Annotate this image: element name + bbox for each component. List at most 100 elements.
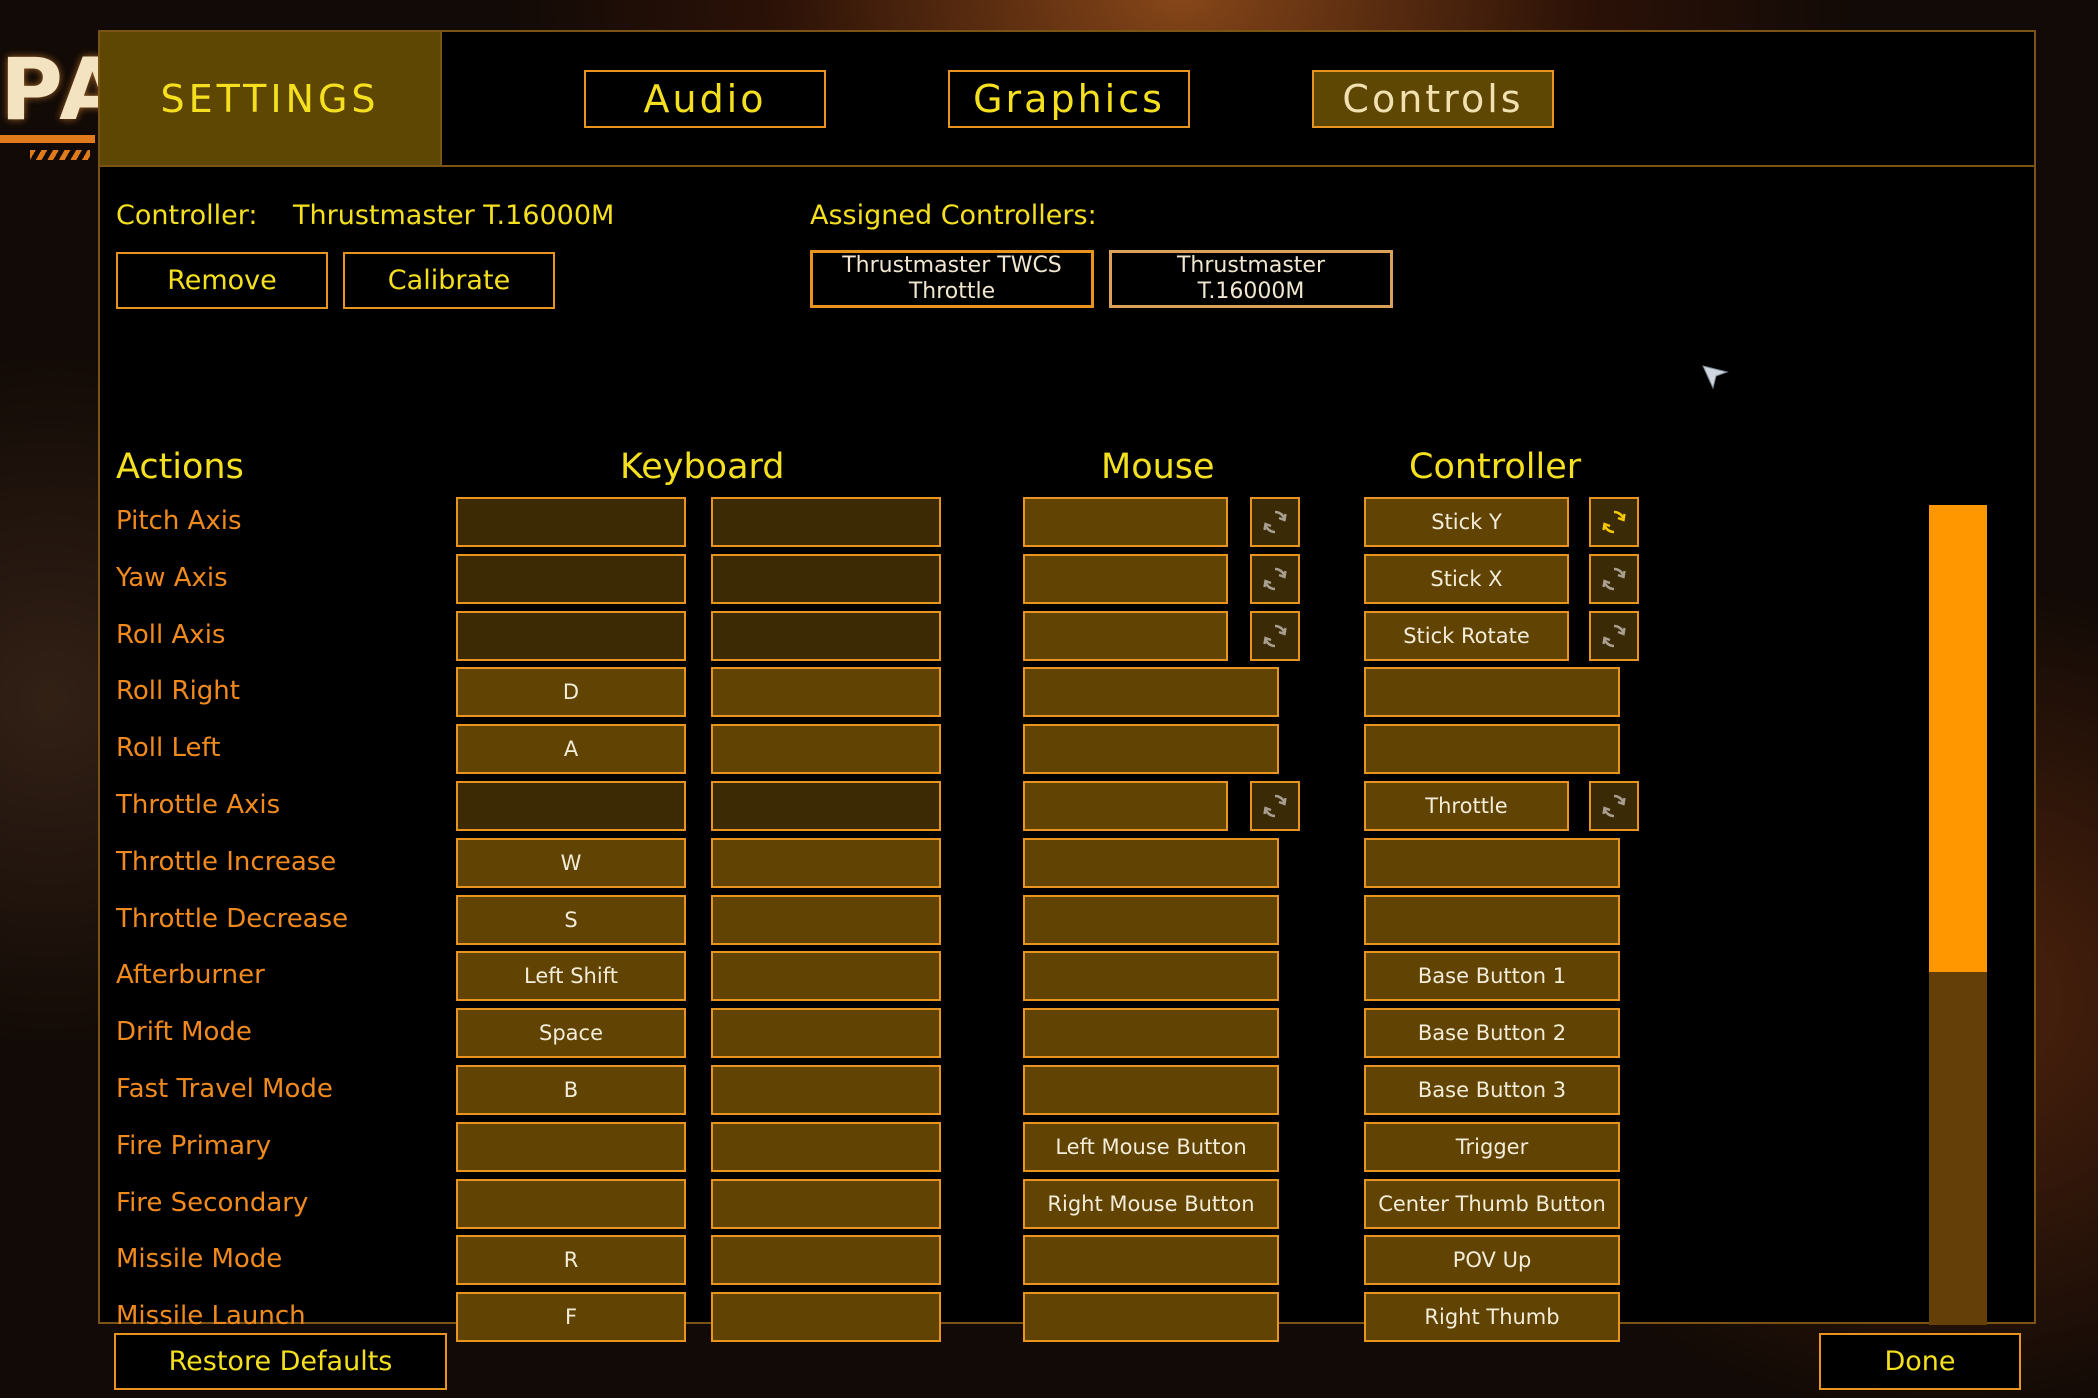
assigned-controllers-label: Assigned Controllers:: [810, 200, 1097, 231]
binding-row: Throttle Increase W: [100, 837, 2034, 895]
controller-invert-toggle[interactable]: [1589, 781, 1639, 831]
action-label: Roll Axis: [116, 619, 226, 650]
mouse-invert-toggle[interactable]: [1250, 781, 1300, 831]
assigned-controller-t16000m[interactable]: Thrustmaster T.16000M: [1109, 250, 1393, 308]
calibrate-button[interactable]: Calibrate: [343, 252, 555, 309]
mouse-binding[interactable]: Right Mouse Button: [1023, 1178, 1279, 1229]
mouse-binding[interactable]: Left Mouse Button: [1023, 1121, 1279, 1172]
keyboard-primary-binding[interactable]: W: [456, 837, 686, 888]
keyboard-secondary-binding[interactable]: [711, 894, 941, 945]
mouse-binding[interactable]: [1023, 497, 1228, 547]
mouse-binding[interactable]: [1023, 837, 1279, 888]
mouse-binding[interactable]: [1023, 1292, 1279, 1343]
mouse-binding[interactable]: [1023, 724, 1279, 775]
mouse-binding[interactable]: [1023, 1235, 1279, 1286]
keyboard-secondary-binding[interactable]: [711, 1065, 941, 1115]
done-button[interactable]: Done: [1819, 1333, 2021, 1390]
binding-row: Pitch Axis Stick Y: [100, 497, 2034, 554]
column-header-keyboard: Keyboard: [620, 447, 785, 487]
keyboard-primary-binding[interactable]: [456, 781, 686, 831]
tab-audio[interactable]: Audio: [584, 70, 826, 128]
scrollbar-thumb[interactable]: [1929, 505, 1987, 972]
mouse-binding[interactable]: [1023, 1065, 1279, 1115]
controller-invert-toggle[interactable]: [1589, 553, 1639, 604]
keyboard-primary-binding[interactable]: Space: [456, 1008, 686, 1059]
mouse-binding[interactable]: [1023, 951, 1279, 1002]
action-label: Missile Launch: [116, 1301, 306, 1332]
keyboard-secondary-binding[interactable]: [711, 1008, 941, 1059]
mouse-invert-toggle[interactable]: [1250, 497, 1300, 547]
keyboard-primary-binding[interactable]: B: [456, 1065, 686, 1115]
keyboard-secondary-binding[interactable]: [711, 497, 941, 547]
controller-invert-toggle[interactable]: [1589, 610, 1639, 661]
keyboard-primary-binding[interactable]: [456, 610, 686, 661]
mouse-binding[interactable]: [1023, 553, 1228, 604]
action-label: Throttle Axis: [116, 790, 281, 820]
binding-row: Afterburner Left Shift Base Button 1: [100, 951, 2034, 1008]
keyboard-primary-binding[interactable]: [456, 553, 686, 604]
keyboard-secondary-binding[interactable]: [711, 1235, 941, 1286]
mouse-binding[interactable]: [1023, 894, 1279, 945]
keyboard-secondary-binding[interactable]: [711, 1121, 941, 1172]
keyboard-primary-binding[interactable]: R: [456, 1235, 686, 1286]
refresh-icon: [1263, 510, 1287, 534]
assigned-controller-line2: T.16000M: [1197, 279, 1305, 304]
controller-binding[interactable]: Base Button 2: [1364, 1008, 1620, 1059]
controller-binding[interactable]: Center Thumb Button: [1364, 1178, 1620, 1229]
controller-name: Thrustmaster T.16000M: [293, 200, 615, 231]
mouse-binding[interactable]: [1023, 610, 1228, 661]
binding-row: Roll Right D: [100, 667, 2034, 724]
action-label: Throttle Increase: [116, 846, 337, 877]
keyboard-secondary-binding[interactable]: [711, 781, 941, 831]
keyboard-secondary-binding[interactable]: [711, 610, 941, 661]
mouse-invert-toggle[interactable]: [1250, 610, 1300, 661]
controller-binding[interactable]: Stick X: [1364, 553, 1569, 604]
tab-graphics[interactable]: Graphics: [948, 70, 1190, 128]
binding-row: Missile Mode R POV Up: [100, 1235, 2034, 1292]
refresh-icon: [1263, 794, 1287, 818]
keyboard-primary-binding[interactable]: A: [456, 724, 686, 775]
keyboard-secondary-binding[interactable]: [711, 1178, 941, 1229]
controller-binding[interactable]: Trigger: [1364, 1121, 1620, 1172]
controller-binding[interactable]: Stick Y: [1364, 497, 1569, 547]
controller-binding[interactable]: Right Thumb: [1364, 1292, 1620, 1343]
controller-binding[interactable]: Stick Rotate: [1364, 610, 1569, 661]
keyboard-secondary-binding[interactable]: [711, 553, 941, 604]
keyboard-primary-binding[interactable]: [456, 1178, 686, 1229]
mouse-invert-toggle[interactable]: [1250, 553, 1300, 604]
keyboard-secondary-binding[interactable]: [711, 667, 941, 718]
keyboard-primary-binding[interactable]: [456, 497, 686, 547]
action-label: Afterburner: [116, 960, 265, 991]
keyboard-secondary-binding[interactable]: [711, 724, 941, 775]
keyboard-primary-binding[interactable]: [456, 1121, 686, 1172]
controller-binding[interactable]: [1364, 667, 1620, 718]
mouse-binding[interactable]: [1023, 781, 1228, 831]
controller-binding[interactable]: [1364, 837, 1620, 888]
keyboard-primary-binding[interactable]: F: [456, 1292, 686, 1343]
binding-row: Throttle Decrease S: [100, 894, 2034, 952]
controller-binding[interactable]: POV Up: [1364, 1235, 1620, 1286]
action-label: Fire Secondary: [116, 1187, 309, 1218]
keyboard-secondary-binding[interactable]: [711, 1292, 941, 1343]
restore-defaults-button[interactable]: Restore Defaults: [114, 1333, 447, 1390]
controller-binding[interactable]: Base Button 3: [1364, 1065, 1620, 1115]
mouse-binding[interactable]: [1023, 1008, 1279, 1059]
action-label: Roll Right: [116, 676, 240, 707]
tab-controls[interactable]: Controls: [1312, 70, 1554, 128]
controller-binding[interactable]: [1364, 724, 1620, 775]
controller-binding[interactable]: Throttle: [1364, 781, 1569, 831]
keyboard-secondary-binding[interactable]: [711, 837, 941, 888]
controller-binding[interactable]: Base Button 1: [1364, 951, 1620, 1002]
keyboard-primary-binding[interactable]: Left Shift: [456, 951, 686, 1002]
settings-title: SETTINGS: [100, 32, 442, 165]
logo-accent-stripes: [30, 150, 90, 160]
controller-binding[interactable]: [1364, 894, 1620, 945]
assigned-controller-line1: Thrustmaster TWCS: [842, 253, 1062, 278]
remove-button[interactable]: Remove: [116, 252, 328, 309]
controller-invert-toggle[interactable]: [1589, 497, 1639, 547]
assigned-controller-twcs[interactable]: Thrustmaster TWCS Throttle: [810, 250, 1094, 308]
keyboard-secondary-binding[interactable]: [711, 951, 941, 1002]
mouse-binding[interactable]: [1023, 667, 1279, 718]
keyboard-primary-binding[interactable]: S: [456, 894, 686, 945]
keyboard-primary-binding[interactable]: D: [456, 667, 686, 718]
